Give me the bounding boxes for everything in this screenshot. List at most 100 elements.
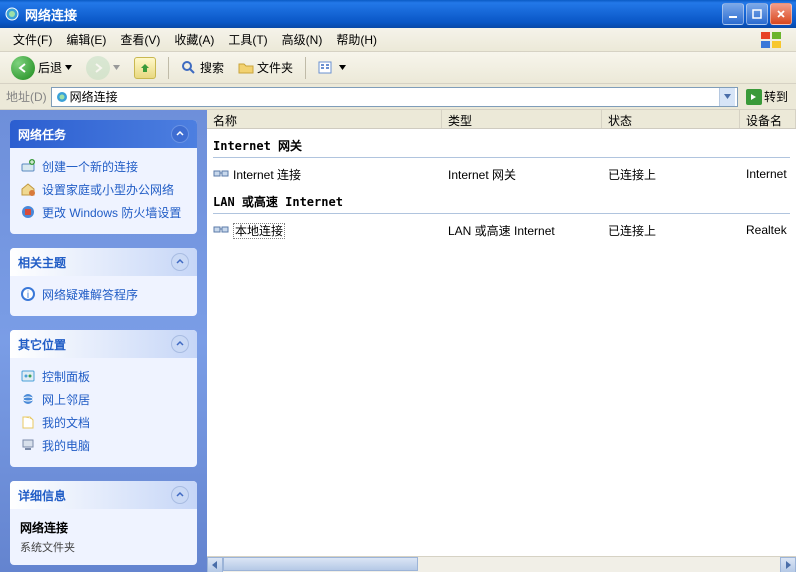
group-divider [213,213,790,214]
connection-row[interactable]: 本地连接 LAN 或高速 Internet已连接上Realtek [207,219,796,241]
collapse-icon[interactable] [171,125,189,143]
search-icon [181,60,197,76]
svg-text:i: i [27,290,29,301]
windows-flag-icon [752,29,790,51]
up-button[interactable] [129,55,161,81]
cell-device: Internet [740,165,796,183]
col-name[interactable]: 名称 [207,110,442,128]
toolbar: 后退 搜索 文件夹 [0,52,796,84]
app-icon [4,6,20,22]
search-button[interactable]: 搜索 [176,57,229,78]
group-header: Internet 网关 [207,129,796,157]
sidebar-link[interactable]: 创建一个新的连接 [20,155,187,178]
sidebar-link[interactable]: 设置家庭或小型办公网络 [20,178,187,201]
collapse-icon[interactable] [171,253,189,271]
address-input[interactable]: 网络连接 [51,87,738,107]
folder-icon [238,60,254,76]
col-status[interactable]: 状态 [602,110,740,128]
link-label: 我的电脑 [42,437,90,454]
dropdown-icon [113,65,120,70]
collapse-icon[interactable] [171,335,189,353]
scroll-right-button[interactable] [780,557,796,572]
row-name: Internet 连接 [233,166,301,183]
go-button[interactable]: 转到 [742,87,792,107]
go-arrow-icon [746,89,762,105]
forward-button[interactable] [81,54,125,82]
address-dropdown[interactable] [719,88,735,106]
dropdown-icon [339,65,346,70]
menu-view[interactable]: 查看(V) [113,29,167,50]
separator [305,57,306,79]
link-label: 创建一个新的连接 [42,158,138,175]
sidebar-link[interactable]: 我的电脑 [20,434,187,457]
sidebar-link[interactable]: 控制面板 [20,365,187,388]
views-icon [318,60,336,76]
new-conn-icon [20,158,36,174]
group-header: LAN 或高速 Internet [207,185,796,213]
cell-device: Realtek [740,221,796,239]
cpanel-icon [20,368,36,384]
scroll-thumb[interactable] [223,557,418,571]
folders-label: 文件夹 [257,59,293,76]
titlebar: 网络连接 [0,0,796,28]
menu-favorites[interactable]: 收藏(A) [167,29,221,50]
menu-file[interactable]: 文件(F) [6,29,59,50]
col-device[interactable]: 设备名 [740,110,796,128]
views-button[interactable] [313,58,351,78]
panel-head-related[interactable]: 相关主题 [10,248,197,276]
menu-edit[interactable]: 编辑(E) [59,29,113,50]
sidebar: 网络任务 创建一个新的连接设置家庭或小型办公网络更改 Windows 防火墙设置… [0,110,207,572]
panel-title: 相关主题 [18,254,66,271]
main-list: 名称 类型 状态 设备名 Internet 网关 Internet 连接 Inter… [207,110,796,572]
panel-head-details[interactable]: 详细信息 [10,481,197,509]
link-label: 我的文档 [42,414,90,431]
cell-name: Internet 连接 [207,164,442,185]
collapse-icon[interactable] [171,486,189,504]
sidebar-link[interactable]: 更改 Windows 防火墙设置 [20,201,187,224]
forward-arrow-icon [86,56,110,80]
folder-up-icon [134,57,156,79]
computer-icon [20,437,36,453]
back-button[interactable]: 后退 [6,54,77,82]
link-label: 网络疑难解答程序 [42,286,138,303]
maximize-button[interactable] [746,3,768,25]
panel-title: 网络任务 [18,126,66,143]
close-button[interactable] [770,3,792,25]
menu-tools[interactable]: 工具(T) [221,29,274,50]
cell-type: LAN 或高速 Internet [442,220,602,241]
home-net-icon [20,181,36,197]
firewall-icon [20,204,36,220]
sidebar-link[interactable]: i 网络疑难解答程序 [20,283,187,306]
cell-status: 已连接上 [602,220,740,241]
address-value: 网络连接 [70,88,719,105]
row-name: 本地连接 [233,222,285,239]
scroll-track[interactable] [223,557,780,572]
link-label: 控制面板 [42,368,90,385]
connection-row[interactable]: Internet 连接Internet 网关已连接上Internet [207,163,796,185]
col-type[interactable]: 类型 [442,110,602,128]
sidebar-link[interactable]: 我的文档 [20,411,187,434]
panel-head-other[interactable]: 其它位置 [10,330,197,358]
search-label: 搜索 [200,59,224,76]
address-icon [54,89,70,105]
link-label: 更改 Windows 防火墙设置 [42,204,181,221]
group-divider [213,157,790,158]
scroll-left-button[interactable] [207,557,223,572]
cell-type: Internet 网关 [442,164,602,185]
detail-name: 网络连接 [20,516,187,539]
folders-button[interactable]: 文件夹 [233,57,298,78]
panel-head-tasks[interactable]: 网络任务 [10,120,197,148]
connection-icon [213,222,229,238]
panel-related: 相关主题 i 网络疑难解答程序 [10,248,197,316]
addressbar: 地址(D) 网络连接 转到 [0,84,796,110]
menu-advanced[interactable]: 高级(N) [275,29,330,50]
connection-icon [213,166,229,182]
horizontal-scrollbar[interactable] [207,556,796,572]
menu-help[interactable]: 帮助(H) [329,29,384,50]
window-title: 网络连接 [25,5,722,24]
back-arrow-icon [11,56,35,80]
sidebar-link[interactable]: 网上邻居 [20,388,187,411]
panel-title: 详细信息 [18,487,66,504]
minimize-button[interactable] [722,3,744,25]
link-label: 网上邻居 [42,391,90,408]
